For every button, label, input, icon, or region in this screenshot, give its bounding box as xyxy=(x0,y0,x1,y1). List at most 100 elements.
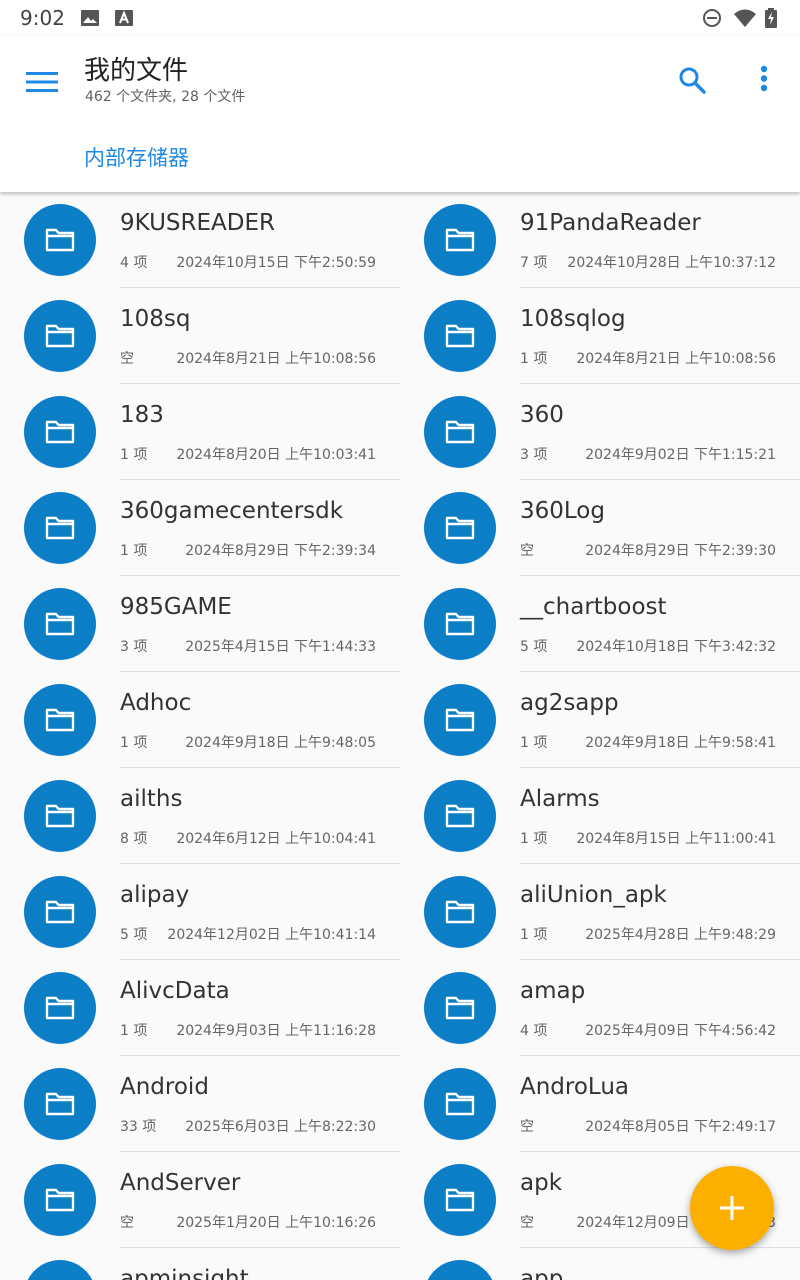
folder-list-item[interactable]: aliUnion_apk 1 项 2025年4月28日 上午9:48:29 xyxy=(400,864,800,960)
folder-name: 360gamecentersdk xyxy=(120,498,344,524)
folder-item-count: 空 xyxy=(520,543,534,559)
folder-avatar xyxy=(424,1260,496,1280)
folder-modified-date: 2024年8月29日 下午2:39:34 xyxy=(185,543,376,559)
folder-icon xyxy=(445,1188,475,1212)
folder-list-item[interactable]: alipay 5 项 2024年12月02日 上午10:41:14 xyxy=(0,864,400,960)
folder-item-count: 空 xyxy=(520,1215,534,1231)
folder-list-item[interactable]: 985GAME 3 项 2025年4月15日 下午1:44:33 xyxy=(0,576,400,672)
folder-name: ag2sapp xyxy=(520,690,619,716)
folder-list-item[interactable]: AndServer 空 2025年1月20日 上午10:16:26 xyxy=(0,1152,400,1248)
search-button[interactable] xyxy=(670,58,714,102)
folder-item-count: 3 项 xyxy=(520,447,548,463)
folder-list-item[interactable]: 360gamecentersdk 1 项 2024年8月29日 下午2:39:34 xyxy=(0,480,400,576)
folder-item-count: 空 xyxy=(120,351,134,367)
folder-list-item[interactable]: Adhoc 1 项 2024年9月18日 上午9:48:05 xyxy=(0,672,400,768)
folder-name: amap xyxy=(520,978,586,1004)
folder-item-count: 1 项 xyxy=(520,351,548,367)
folder-item-count: 3 项 xyxy=(120,639,148,655)
folder-list-item[interactable]: 108sq 空 2024年8月21日 上午10:08:56 xyxy=(0,288,400,384)
folder-item-count: 1 项 xyxy=(120,543,148,559)
folder-list-item[interactable]: 108sqlog 1 项 2024年8月21日 上午10:08:56 xyxy=(400,288,800,384)
folder-list-item[interactable]: ag2sapp 1 项 2024年9月18日 上午9:58:41 xyxy=(400,672,800,768)
folder-avatar xyxy=(24,204,96,276)
folder-icon xyxy=(45,228,75,252)
folder-avatar xyxy=(24,1068,96,1140)
breadcrumb[interactable]: 内部存储器 xyxy=(84,142,189,172)
folder-item-count: 4 项 xyxy=(520,1023,548,1039)
folder-icon xyxy=(45,900,75,924)
more-options-button[interactable] xyxy=(742,58,786,102)
folder-name: Android xyxy=(120,1074,209,1100)
folder-list-item[interactable]: 360 3 项 2024年9月02日 下午1:15:21 xyxy=(400,384,800,480)
menu-button[interactable] xyxy=(20,60,64,104)
folder-name: 183 xyxy=(120,402,164,428)
folder-list-item[interactable]: 9KUSREADER 4 项 2024年10月15日 下午2:50:59 xyxy=(0,192,400,288)
folder-icon xyxy=(45,996,75,1020)
folder-name: Alarms xyxy=(520,786,600,812)
folder-list-item[interactable]: apminsight xyxy=(0,1248,400,1280)
folder-icon xyxy=(45,804,75,828)
folder-list-item[interactable]: AndroLua 空 2024年8月05日 下午2:49:17 xyxy=(400,1056,800,1152)
folder-name: alipay xyxy=(120,882,190,908)
folder-list-item[interactable]: AlivcData 1 项 2024年9月03日 上午11:16:28 xyxy=(0,960,400,1056)
folder-modified-date: 2024年12月02日 上午10:41:14 xyxy=(167,927,376,943)
folder-list-item[interactable]: 91PandaReader 7 项 2024年10月28日 上午10:37:12 xyxy=(400,192,800,288)
folder-avatar xyxy=(424,1068,496,1140)
folder-modified-date: 2024年8月21日 上午10:08:56 xyxy=(576,351,776,367)
folder-item-count: 1 项 xyxy=(120,735,148,751)
folder-modified-date: 2024年8月29日 下午2:39:30 xyxy=(585,543,776,559)
folder-list: 9KUSREADER 4 项 2024年10月15日 下午2:50:59 91Pand… xyxy=(0,192,800,1280)
folder-list-item[interactable]: app xyxy=(400,1248,800,1280)
folder-modified-date: 2024年6月12日 上午10:04:41 xyxy=(176,831,376,847)
folder-name: AndServer xyxy=(120,1170,241,1196)
folder-icon xyxy=(45,708,75,732)
folder-name: 360 xyxy=(520,402,564,428)
folder-list-item[interactable]: 360Log 空 2024年8月29日 下午2:39:30 xyxy=(400,480,800,576)
folder-name: 91PandaReader xyxy=(520,210,701,236)
folder-list-item[interactable]: ailths 8 项 2024年6月12日 上午10:04:41 xyxy=(0,768,400,864)
wifi-icon xyxy=(734,9,756,27)
folder-list-item[interactable]: Android 33 项 2025年6月03日 上午8:22:30 xyxy=(0,1056,400,1152)
folder-icon xyxy=(445,708,475,732)
folder-name: Adhoc xyxy=(120,690,192,716)
folder-modified-date: 2024年9月03日 上午11:16:28 xyxy=(176,1023,376,1039)
folder-icon xyxy=(45,1092,75,1116)
folder-name: apminsight xyxy=(120,1266,249,1280)
folder-icon xyxy=(445,900,475,924)
folder-avatar xyxy=(424,684,496,756)
folder-name: aliUnion_apk xyxy=(520,882,667,908)
folder-item-count: 1 项 xyxy=(520,735,548,751)
folder-list-item[interactable]: 183 1 项 2024年8月20日 上午10:03:41 xyxy=(0,384,400,480)
folder-name: ailths xyxy=(120,786,183,812)
folder-list-item[interactable]: __chartboost 5 项 2024年10月18日 下午3:42:32 xyxy=(400,576,800,672)
folder-avatar xyxy=(424,780,496,852)
folder-name: apk xyxy=(520,1170,563,1196)
folder-modified-date: 2024年10月28日 上午10:37:12 xyxy=(567,255,776,271)
folder-name: AlivcData xyxy=(120,978,230,1004)
folder-icon xyxy=(45,420,75,444)
folder-name: app xyxy=(520,1266,564,1280)
folder-modified-date: 2025年1月20日 上午10:16:26 xyxy=(176,1215,376,1231)
folder-item-count: 4 项 xyxy=(120,255,148,271)
folder-avatar xyxy=(24,492,96,564)
folder-modified-date: 2024年8月21日 上午10:08:56 xyxy=(176,351,376,367)
folder-modified-date: 2024年9月02日 下午1:15:21 xyxy=(585,447,776,463)
battery-charging-icon xyxy=(765,8,777,28)
search-icon xyxy=(679,67,706,94)
folder-list-item[interactable]: amap 4 项 2025年4月09日 下午4:56:42 xyxy=(400,960,800,1056)
app-bar: 我的文件 462 个文件夹, 28 个文件 内部存储器 xyxy=(0,36,800,192)
folder-icon xyxy=(45,612,75,636)
folder-name: 985GAME xyxy=(120,594,232,620)
image-icon xyxy=(81,10,99,26)
folder-modified-date: 2024年9月18日 上午9:48:05 xyxy=(185,735,376,751)
folder-avatar xyxy=(424,492,496,564)
folder-item-count: 5 项 xyxy=(520,639,548,655)
folder-modified-date: 2025年6月03日 上午8:22:30 xyxy=(185,1119,376,1135)
folder-modified-date: 2024年10月15日 下午2:50:59 xyxy=(176,255,376,271)
plus-icon xyxy=(720,1196,744,1220)
folder-list-item[interactable]: Alarms 1 项 2024年8月15日 上午11:00:41 xyxy=(400,768,800,864)
folder-icon xyxy=(45,1188,75,1212)
folder-icon xyxy=(445,228,475,252)
folder-modified-date: 2024年8月20日 上午10:03:41 xyxy=(176,447,376,463)
add-fab-button[interactable] xyxy=(690,1166,774,1250)
